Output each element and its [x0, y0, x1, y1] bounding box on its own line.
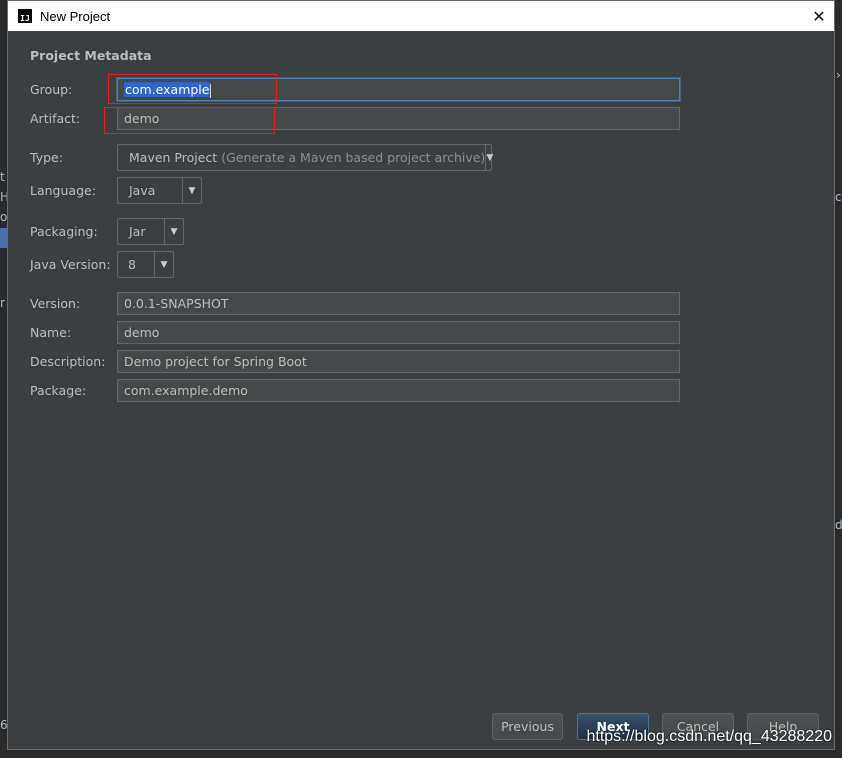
section-title: Project Metadata [30, 48, 152, 63]
type-hint: (Generate a Maven based project archive) [221, 150, 486, 165]
type-select-value: Maven Project (Generate a Maven based pr… [118, 145, 485, 170]
packaging-select[interactable]: Jar ▼ [117, 218, 184, 245]
java-version-select[interactable]: 8 ▼ [117, 251, 174, 278]
new-project-dialog: IJ New Project ✕ Project Metadata Group:… [7, 0, 835, 750]
chevron-down-icon: ▼ [485, 145, 493, 170]
java-version-label: Java Version: [30, 257, 111, 272]
version-input-value: 0.0.1-SNAPSHOT [124, 296, 229, 311]
background-ide-text: › [836, 68, 841, 82]
chevron-down-icon: ▼ [164, 219, 183, 244]
dialog-title: New Project [40, 8, 111, 24]
type-label: Type: [30, 150, 63, 165]
package-input[interactable]: com.example.demo [117, 379, 680, 402]
language-select[interactable]: Java ▼ [117, 177, 202, 204]
background-ide-text: t [0, 170, 5, 184]
annotation-box-group [108, 74, 277, 104]
language-label: Language: [30, 183, 96, 198]
previous-button[interactable]: Previous [492, 713, 563, 740]
artifact-label: Artifact: [30, 111, 81, 126]
name-input[interactable]: demo [117, 321, 680, 344]
title-bar: IJ New Project ✕ [8, 1, 834, 31]
name-input-value: demo [124, 325, 160, 340]
chevron-down-icon: ▼ [182, 178, 201, 203]
watermark: https://blog.csdn.net/qq_43288220 [586, 728, 832, 745]
type-value: Maven Project [129, 150, 218, 165]
description-input-value: Demo project for Spring Boot [124, 354, 307, 369]
packaging-label: Packaging: [30, 224, 98, 239]
close-button[interactable]: ✕ [804, 1, 834, 31]
annotation-box-artifact [104, 107, 275, 134]
java-version-select-value: 8 [128, 257, 136, 272]
type-select[interactable]: Maven Project (Generate a Maven based pr… [117, 144, 493, 171]
background-ide-text: c [835, 190, 842, 204]
package-label: Package: [30, 383, 87, 398]
background-ide-text: d [835, 518, 842, 532]
packaging-select-value: Jar [129, 224, 146, 239]
version-input[interactable]: 0.0.1-SNAPSHOT [117, 292, 680, 315]
background-ide-text: r [0, 296, 5, 310]
description-label: Description: [30, 354, 106, 369]
group-label: Group: [30, 82, 73, 97]
chevron-down-icon: ▼ [154, 252, 173, 277]
package-input-value: com.example.demo [124, 383, 248, 398]
intellij-icon: IJ [18, 9, 32, 23]
version-label: Version: [30, 296, 81, 311]
name-label: Name: [30, 325, 72, 340]
language-select-value: Java [129, 183, 156, 198]
close-icon: ✕ [812, 6, 826, 26]
description-input[interactable]: Demo project for Spring Boot [117, 350, 680, 373]
